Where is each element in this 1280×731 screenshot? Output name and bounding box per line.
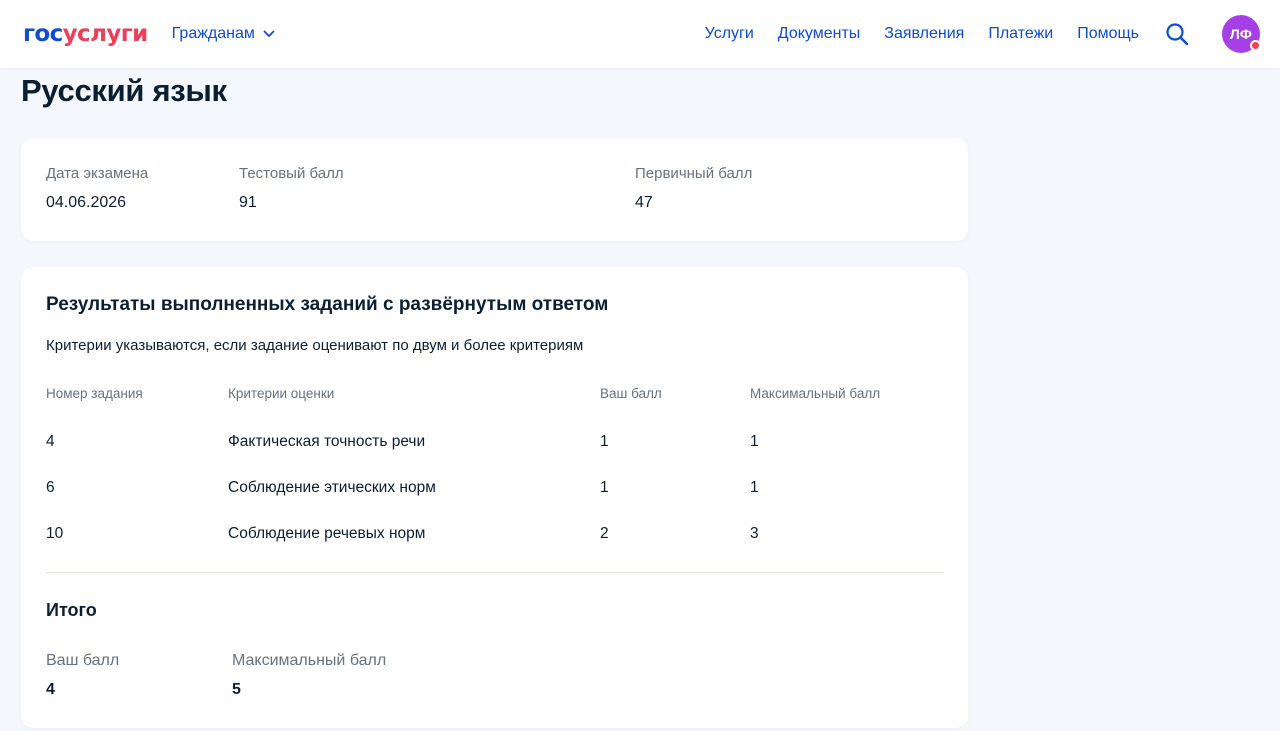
task-number-cell: 4 bbox=[46, 433, 55, 450]
max-score-cell: 1 bbox=[750, 479, 759, 496]
your-score-cell: 2 bbox=[600, 525, 609, 542]
exam-summary-card: Дата экзамена 04.06.2026 Тестовый балл 9… bbox=[21, 138, 968, 241]
notification-dot bbox=[1250, 40, 1261, 51]
total-your-score-value: 4 bbox=[46, 681, 55, 698]
search-icon bbox=[1166, 23, 1189, 46]
search-button[interactable] bbox=[1165, 22, 1189, 46]
task-number-cell: 10 bbox=[46, 525, 64, 542]
total-max-score-value: 5 bbox=[232, 681, 241, 698]
column-header-task-number: Номер задания bbox=[46, 386, 143, 401]
main-nav: Услуги Документы Заявления Платежи Помощ… bbox=[681, 15, 1261, 53]
task-number-cell: 6 bbox=[46, 479, 55, 496]
max-score-cell: 1 bbox=[750, 433, 759, 450]
page-title: Русский язык bbox=[21, 73, 227, 108]
criteria-cell: Фактическая точность речи bbox=[228, 433, 426, 450]
nav-payments[interactable]: Платежи bbox=[988, 25, 1053, 43]
logo-text-part1: гос bbox=[23, 20, 63, 47]
column-header-your-score: Ваш балл bbox=[600, 386, 662, 401]
results-title: Результаты выполненных заданий с развёрн… bbox=[46, 294, 609, 315]
exam-date-label: Дата экзамена bbox=[46, 165, 149, 182]
test-score-value: 91 bbox=[239, 194, 257, 211]
results-note: Критерии указываются, если задание оцени… bbox=[46, 337, 584, 354]
nav-help[interactable]: Помощь bbox=[1077, 25, 1139, 43]
audience-label: Гражданам bbox=[171, 25, 255, 42]
logo-text-part2: услуги bbox=[62, 20, 149, 47]
avatar-initials: ЛФ bbox=[1229, 26, 1253, 42]
total-your-score-label: Ваш балл bbox=[46, 652, 120, 669]
primary-score-value: 47 bbox=[635, 194, 653, 211]
user-avatar[interactable]: ЛФ bbox=[1222, 15, 1261, 53]
criteria-cell: Соблюдение речевых норм bbox=[228, 525, 426, 542]
criteria-cell: Соблюдение этических норм bbox=[228, 479, 436, 496]
max-score-cell: 3 bbox=[750, 525, 759, 542]
total-max-score-label: Максимальный балл bbox=[232, 652, 387, 669]
nav-services[interactable]: Услуги bbox=[705, 25, 754, 43]
your-score-cell: 1 bbox=[600, 433, 609, 450]
gosuslugi-logo[interactable]: гос услуги bbox=[23, 20, 149, 47]
chevron-down-icon bbox=[263, 30, 275, 37]
divider bbox=[46, 572, 944, 573]
nav-documents[interactable]: Документы bbox=[778, 25, 860, 43]
top-header: гос услуги Гражданам Услуги Документы Зая… bbox=[0, 0, 1280, 68]
results-card: Результаты выполненных заданий с развёрн… bbox=[21, 267, 968, 728]
column-header-criteria: Критерии оценки bbox=[228, 386, 335, 401]
primary-score-label: Первичный балл bbox=[635, 165, 753, 182]
test-score-label: Тестовый балл bbox=[239, 165, 344, 182]
nav-applications[interactable]: Заявления bbox=[884, 25, 964, 43]
audience-dropdown[interactable]: Гражданам bbox=[172, 25, 275, 43]
exam-date-value: 04.06.2026 bbox=[46, 194, 127, 211]
column-header-max-score: Максимальный балл bbox=[750, 386, 881, 401]
your-score-cell: 1 bbox=[600, 479, 609, 496]
total-title: Итого bbox=[46, 600, 97, 620]
